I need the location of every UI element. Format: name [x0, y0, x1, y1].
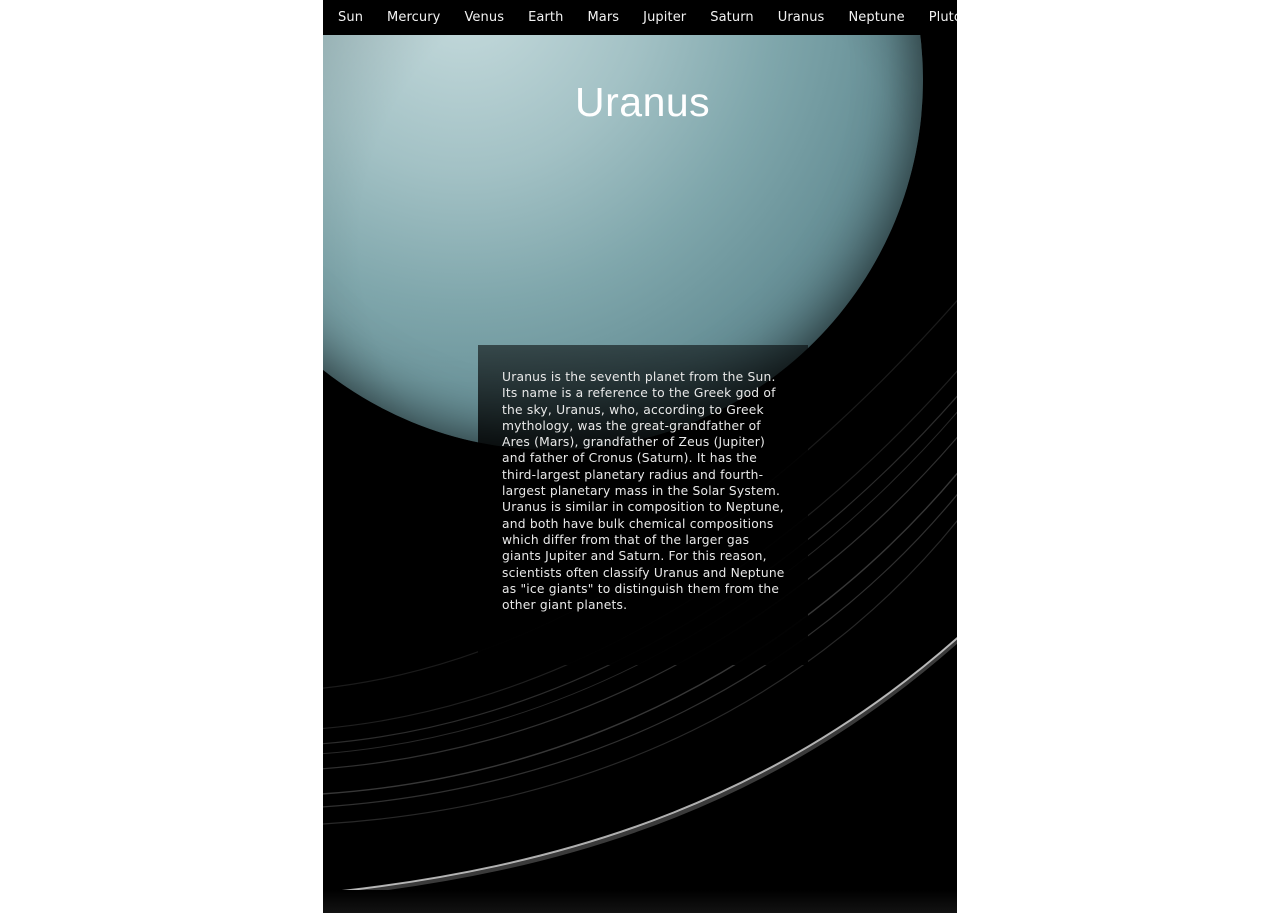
nav-link-sun[interactable]: Sun — [338, 10, 363, 25]
nav-link-mars[interactable]: Mars — [587, 10, 619, 25]
nav-link-neptune[interactable]: Neptune — [848, 10, 904, 25]
planet-page: Sun Mercury Venus Earth Mars Jupiter Sat… — [323, 0, 957, 913]
nav-link-uranus[interactable]: Uranus — [778, 10, 825, 25]
planet-hero: Uranus Uranus is the seventh planet from… — [323, 0, 957, 913]
nav-link-earth[interactable]: Earth — [528, 10, 563, 25]
bottom-gradient-strip — [323, 890, 957, 913]
page-title: Uranus — [575, 79, 711, 125]
nav-link-saturn[interactable]: Saturn — [710, 10, 754, 25]
nav-link-jupiter[interactable]: Jupiter — [643, 10, 686, 25]
nav-link-mercury[interactable]: Mercury — [387, 10, 440, 25]
description-panel: Uranus is the seventh planet from the Su… — [478, 345, 808, 665]
nav-link-pluto[interactable]: Pluto — [929, 10, 957, 25]
nav-link-venus[interactable]: Venus — [464, 10, 504, 25]
planet-description: Uranus is the seventh planet from the Su… — [502, 370, 785, 613]
planet-nav: Sun Mercury Venus Earth Mars Jupiter Sat… — [323, 0, 957, 35]
